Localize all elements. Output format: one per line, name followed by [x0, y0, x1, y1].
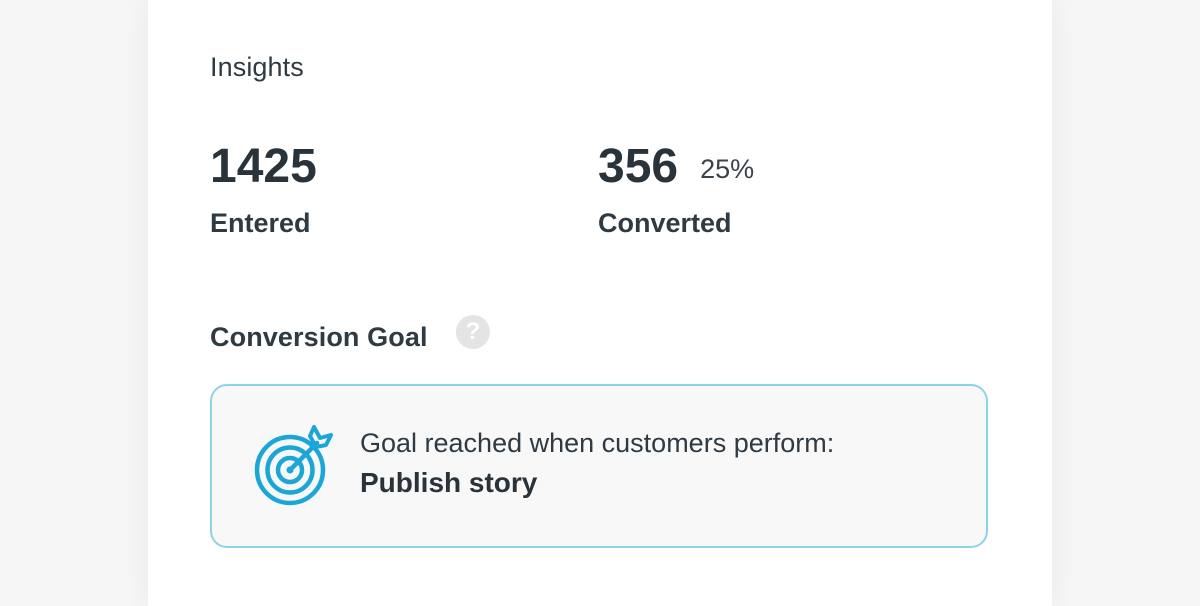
converted-label: Converted	[598, 208, 732, 238]
goal-action: Publish story	[360, 467, 538, 498]
target-arrow-icon	[254, 425, 333, 506]
conversion-goal-box: Goal reached when customers perform: Pub…	[210, 384, 988, 548]
goal-caption: Goal reached when customers perform:	[360, 428, 835, 458]
conversion-goal-title: Conversion Goal	[210, 322, 428, 352]
insights-title: Insights	[210, 52, 304, 82]
entered-metric: 1425 Entered	[210, 137, 317, 239]
converted-metric: 356 25% Converted	[598, 137, 754, 239]
insights-card: Insights 1425 Entered 356 25% Converted C…	[148, 0, 1052, 606]
converted-value: 356	[598, 140, 679, 193]
question-circle-icon[interactable]: ?	[456, 315, 490, 349]
converted-percent: 25%	[700, 154, 755, 184]
entered-value: 1425	[210, 140, 317, 193]
entered-label: Entered	[210, 208, 311, 238]
conversion-goal-text: Goal reached when customers perform: Pub…	[360, 427, 834, 499]
